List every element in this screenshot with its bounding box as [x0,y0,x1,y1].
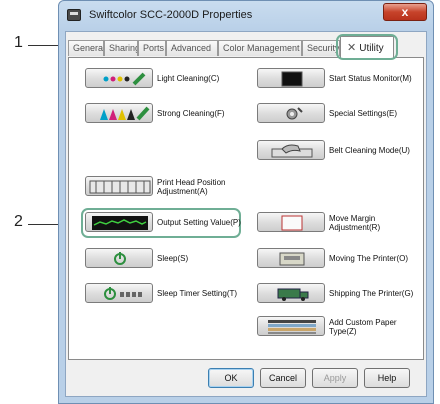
tab-general[interactable]: General [68,40,104,56]
tab-ports[interactable]: Ports [138,40,166,56]
power-icon [114,252,126,265]
printer-app-icon [67,9,81,21]
special-settings-button[interactable] [257,103,325,123]
special-settings-label: Special Settings(E) [329,109,398,118]
margin-adjust-label: Move Margin Adjustment(R) [329,214,381,232]
ok-button[interactable]: OK [208,368,254,388]
sleep-timer-icon [104,287,142,300]
margin-adjust-button[interactable] [257,212,325,232]
special-settings-item[interactable]: Special Settings(E) [257,103,425,125]
strong-cleaning-item[interactable]: Strong Cleaning(F) [85,103,245,125]
title-bar: Swiftcolor SCC-2000D Properties x [59,1,433,31]
utility-panel: Light Cleaning(C) Strong Cleaning(F) Pri… [68,57,424,360]
custom-paper-icon [268,320,316,334]
sleep-timer-label: Sleep Timer Setting(T) [157,289,238,298]
head-position-label: Print Head Position Adjustment(A) [157,178,226,196]
margin-adjust-icon [281,215,303,231]
tab-strip: General Sharing Ports Advanced Color Man… [68,34,424,60]
belt-cleaning-icon [271,144,313,158]
shipping-printer-label: Shipping The Printer(G) [329,289,414,298]
custom-paper-button[interactable] [257,316,325,336]
custom-paper-label: Add Custom Paper Type(Z) [329,318,397,336]
cancel-button[interactable]: Cancel [260,368,306,388]
margin-adjust-item[interactable]: Move Margin Adjustment(R) [257,212,425,234]
head-position-item[interactable]: Print Head Position Adjustment(A) [85,176,245,198]
sleep-timer-button[interactable] [85,283,153,303]
tab-color-management[interactable]: Color Management [218,40,302,56]
moving-printer-button[interactable] [257,248,325,268]
strong-cleaning-icon [100,106,150,121]
callout-number-2: 2 [14,213,23,230]
light-cleaning-icon [103,72,146,86]
shipping-printer-icon [277,288,309,301]
sleep-button[interactable] [85,248,153,268]
status-monitor-icon [281,71,303,87]
sleep-item[interactable]: Sleep(S) [85,248,245,270]
status-monitor-button[interactable] [257,68,325,88]
help-button[interactable]: Help [364,368,410,388]
light-cleaning-item[interactable]: Light Cleaning(C) [85,68,245,90]
light-cleaning-button[interactable] [85,68,153,88]
moving-printer-icon [279,252,305,266]
apply-button[interactable]: Apply [312,368,358,388]
tab-advanced[interactable]: Advanced [166,40,218,56]
head-position-icon [89,180,151,194]
head-position-button[interactable] [85,176,153,196]
moving-printer-label: Moving The Printer(O) [329,254,408,263]
callout-number-1: 1 [14,34,23,51]
output-setting-button[interactable] [85,212,153,232]
tab-sharing[interactable]: Sharing [104,40,138,56]
utility-tab-highlight [336,34,398,60]
strong-cleaning-button[interactable] [85,103,153,123]
status-monitor-label: Start Status Monitor(M) [329,74,412,83]
close-button[interactable]: x [383,3,427,21]
belt-cleaning-button[interactable] [257,140,325,160]
shipping-printer-button[interactable] [257,283,325,303]
belt-cleaning-label: Belt Cleaning Mode(U) [329,146,410,155]
belt-cleaning-item[interactable]: Belt Cleaning Mode(U) [257,140,425,162]
dialog-client: General Sharing Ports Advanced Color Man… [65,31,427,397]
window-title: Swiftcolor SCC-2000D Properties [89,9,253,21]
output-setting-label: Output Setting Value(P) [157,218,241,227]
sleep-label: Sleep(S) [157,254,189,263]
light-cleaning-label: Light Cleaning(C) [157,74,220,83]
tab-security[interactable]: Security [302,40,340,56]
special-settings-icon [286,107,303,120]
strong-cleaning-label: Strong Cleaning(F) [157,109,225,118]
sleep-timer-item[interactable]: Sleep Timer Setting(T) [85,283,245,305]
shipping-printer-item[interactable]: Shipping The Printer(G) [257,283,425,305]
output-setting-item[interactable]: Output Setting Value(P) [85,212,245,234]
properties-window: Swiftcolor SCC-2000D Properties x Genera… [58,0,434,404]
moving-printer-item[interactable]: Moving The Printer(O) [257,248,425,270]
custom-paper-item[interactable]: Add Custom Paper Type(Z) [257,316,425,338]
status-monitor-item[interactable]: Start Status Monitor(M) [257,68,425,90]
output-setting-icon [92,216,148,230]
